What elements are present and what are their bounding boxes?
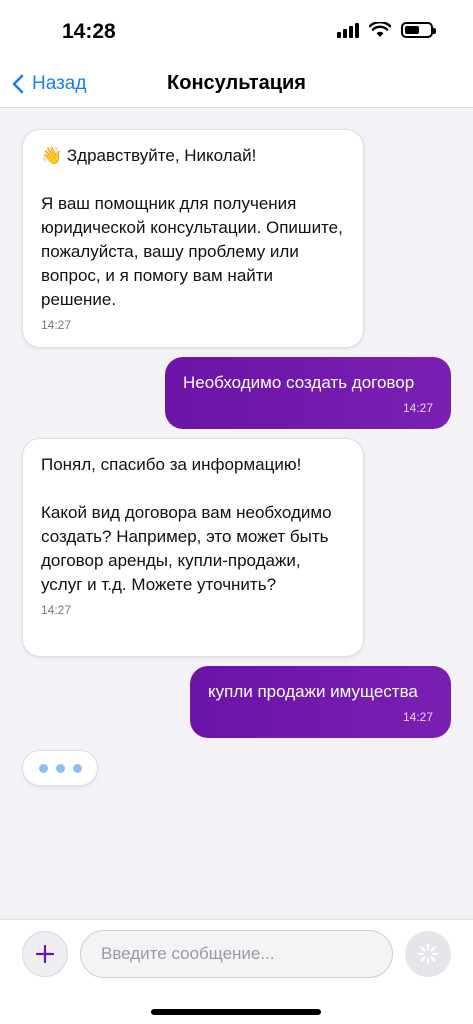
wifi-icon [369,22,391,37]
status-time: 14:28 [62,20,116,43]
navigation-bar: Назад Консультация [0,60,473,108]
message-time: 14:27 [402,710,433,724]
cellular-signal-icon [337,22,359,38]
message-time: 14:27 [402,401,433,415]
send-button[interactable] [405,931,451,977]
message-time: 14:27 [41,603,72,617]
message-bubble-assistant: Понял, спасибо за информацию! Какой вид … [22,438,364,657]
page-title: Консультация [167,72,306,94]
typing-dot [55,763,65,773]
chat-area[interactable]: 👋 Здравствуйте, Николай! Я ваш помощник … [0,109,473,919]
status-bar: 14:28 [0,0,473,60]
message-text: Понял, спасибо за информацию! Какой вид … [41,455,332,594]
message-bubble-user: Необходимо создать договор 14:27 [165,357,451,429]
message-text: купли продажи имущества [208,682,418,701]
message-input[interactable] [80,930,393,978]
battery-icon [401,22,436,38]
loading-spinner-icon [417,943,439,965]
typing-dot [38,763,48,773]
home-indicator[interactable] [151,1009,321,1015]
typing-dot [72,763,82,773]
message-bubble-user: купли продажи имущества 14:27 [190,666,451,738]
message-text: 👋 Здравствуйте, Николай! Я ваш помощник … [41,146,343,309]
attach-button[interactable] [22,931,68,977]
message-bubble-assistant: 👋 Здравствуйте, Николай! Я ваш помощник … [22,129,364,348]
status-icons [337,22,436,38]
message-text: Необходимо создать договор [183,373,415,392]
message-time: 14:27 [41,318,72,332]
typing-indicator [22,750,98,786]
plus-icon [36,945,54,963]
